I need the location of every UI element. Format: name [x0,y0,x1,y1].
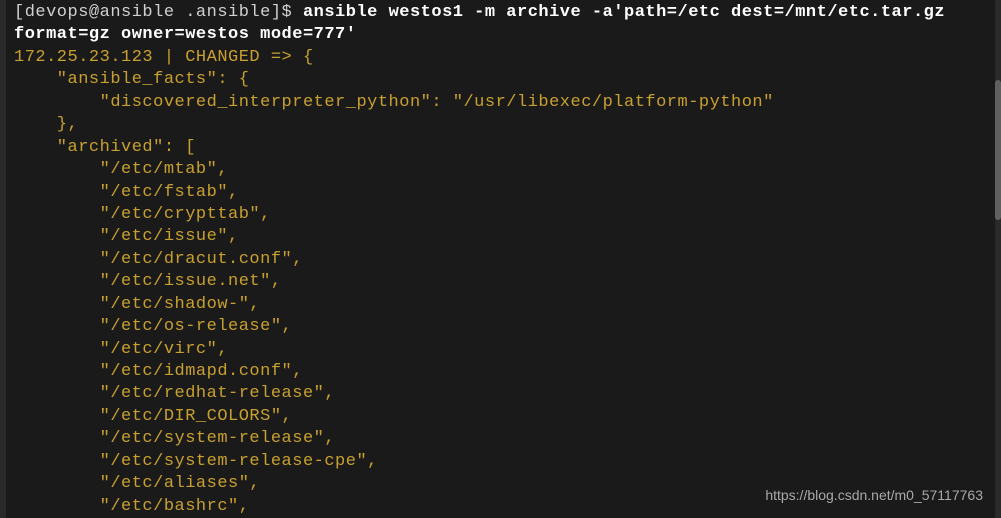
archived-file-item: "/etc/issue", [14,226,987,248]
facts-key: "ansible_facts": { [14,69,987,91]
terminal-window[interactable]: [devops@ansible .ansible]$ ansible westo… [6,0,995,518]
archived-file-item: "/etc/redhat-release", [14,383,987,405]
archived-file-item: "/etc/issue.net", [14,271,987,293]
archived-file-item: "/etc/virc", [14,339,987,361]
archived-key: "archived": [ [14,137,987,159]
command-prompt-line2: format=gz owner=westos mode=777' [14,24,987,46]
archived-file-item: "/etc/idmapd.conf", [14,361,987,383]
facts-close: }, [14,114,987,136]
archived-file-item: "/etc/shadow-", [14,294,987,316]
archived-file-item: "/etc/mtab", [14,159,987,181]
archived-file-item: "/etc/fstab", [14,182,987,204]
archived-file-list: "/etc/mtab", "/etc/fstab", "/etc/cryptta… [14,159,987,518]
archived-file-item: "/etc/system-release", [14,428,987,450]
command-prompt-line1: [devops@ansible .ansible]$ ansible westo… [14,2,987,24]
command-text-1: ansible westos1 -m archive -a'path=/etc … [303,3,945,22]
archived-file-item: "/etc/system-release-cpe", [14,451,987,473]
scrollbar-track[interactable] [995,0,1001,518]
watermark-text: https://blog.csdn.net/m0_57117763 [765,486,983,504]
archived-file-item: "/etc/dracut.conf", [14,249,987,271]
archived-file-item: "/etc/os-release", [14,316,987,338]
host-status-line: 172.25.23.123 | CHANGED => { [14,47,987,69]
archived-file-item: "/etc/crypttab", [14,204,987,226]
interpreter-line: "discovered_interpreter_python": "/usr/l… [14,92,987,114]
scrollbar-thumb[interactable] [995,80,1001,220]
prompt-text: [devops@ansible .ansible]$ [14,3,303,22]
archived-file-item: "/etc/DIR_COLORS", [14,406,987,428]
